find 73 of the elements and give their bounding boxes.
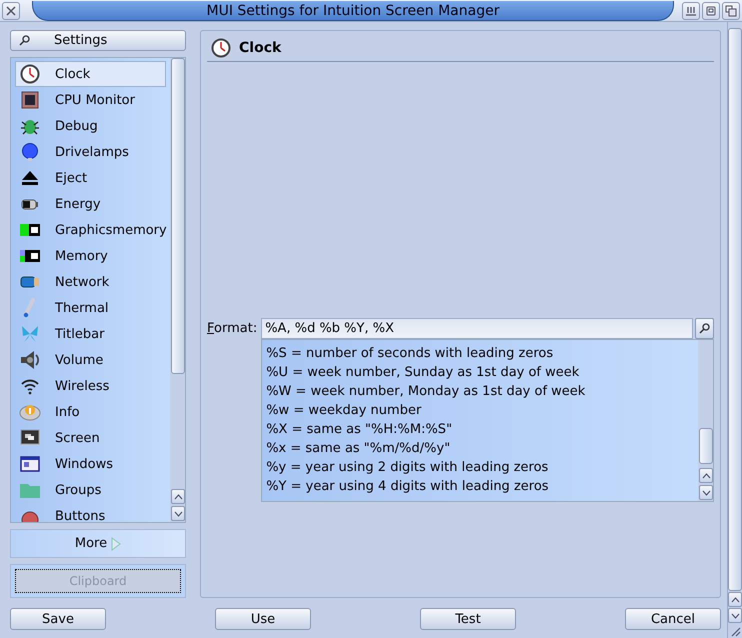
scroll-up-button[interactable] [728,592,742,607]
dialog-button[interactable]: Cancel [625,608,721,630]
category-item[interactable]: Groups [15,477,166,503]
bulb-icon [19,142,41,162]
scrollbar-thumb[interactable] [699,428,713,464]
scroll-down-button[interactable] [171,506,185,521]
chevron-down-icon [702,490,710,496]
category-item[interactable]: Debug [15,113,166,139]
iconify-button[interactable] [682,2,700,20]
clock-icon [211,38,231,58]
format-option[interactable]: %W = week number, Monday as 1st day of week [266,382,694,401]
category-item[interactable]: Wireless [15,373,166,399]
chevron-up-icon [174,494,182,500]
category-item[interactable]: Drivelamps [15,139,166,165]
category-item[interactable]: Energy [15,191,166,217]
scroll-down-button[interactable] [728,608,742,623]
settings-label: Settings [54,33,108,48]
scrollbar-thumb[interactable] [171,58,185,374]
chevron-down-icon [174,510,182,516]
category-item[interactable]: Info [15,399,166,425]
popup-button[interactable] [695,318,714,339]
scroll-up-button[interactable] [171,489,185,504]
window-icon [19,454,41,474]
resize-grip-icon[interactable] [729,625,741,637]
category-item[interactable]: Memory [15,243,166,269]
scroll-up-button[interactable] [699,468,713,483]
category-item[interactable]: Buttons [15,503,166,522]
close-button[interactable] [2,2,20,20]
category-item[interactable]: Volume [15,347,166,373]
format-option[interactable]: %y = year using 2 digits with leading zeros [266,458,694,477]
format-option[interactable]: %w = weekday number [266,401,694,420]
category-item[interactable]: Thermal [15,295,166,321]
panel-title: Clock [239,40,282,56]
search-icon [19,35,30,46]
format-option[interactable]: %x = same as "%m/%d/%y" [266,439,694,458]
category-item[interactable]: Network [15,269,166,295]
scroll-down-button[interactable] [699,485,713,500]
speaker-icon [19,350,41,370]
clock-icon [19,64,41,84]
triangle-right-icon [111,536,122,550]
category-item[interactable]: Graphicsmemory [15,217,166,243]
search-icon [699,323,710,334]
bars-icon [685,4,697,16]
chip-icon [19,90,41,110]
dialog-button[interactable]: Save [10,608,106,630]
format-option[interactable]: %S = number of seconds with leading zeros [266,344,694,363]
category-item[interactable]: Screen [15,425,166,451]
info-icon [19,402,41,422]
zoom-icon [705,4,717,16]
format-option[interactable]: %U = week number, Sunday as 1st day of week [266,363,694,382]
overlapping-squares-icon [725,4,737,16]
category-item[interactable]: Clock [15,61,166,87]
butterfly-icon [19,324,41,344]
depth-button[interactable] [722,2,740,20]
category-item[interactable]: CPU Monitor [15,87,166,113]
dialog-button[interactable]: Use [215,608,311,630]
scrollbar-thumb[interactable] [728,28,742,591]
format-option[interactable]: %Y = year using 4 digits with leading zeros [266,477,694,496]
format-option[interactable]: %X = same as "%H:%M:%S" [266,420,694,439]
zoom-button[interactable] [702,2,720,20]
chevron-down-icon [730,612,740,618]
format-field[interactable]: %A, %d %b %Y, %X [261,318,693,339]
format-label: Format: [207,320,258,338]
close-icon [5,4,17,16]
chevron-up-icon [702,472,710,478]
chevron-up-icon [730,596,740,602]
window-title: MUI Settings for Intuition Screen Manager [32,0,674,20]
settings-button[interactable]: Settings [10,30,186,51]
dialog-button[interactable]: Test [420,608,516,630]
more-button[interactable]: More [10,529,186,558]
category-item[interactable]: Titlebar [15,321,166,347]
category-item[interactable]: Eject [15,165,166,191]
category-item[interactable]: Windows [15,451,166,477]
